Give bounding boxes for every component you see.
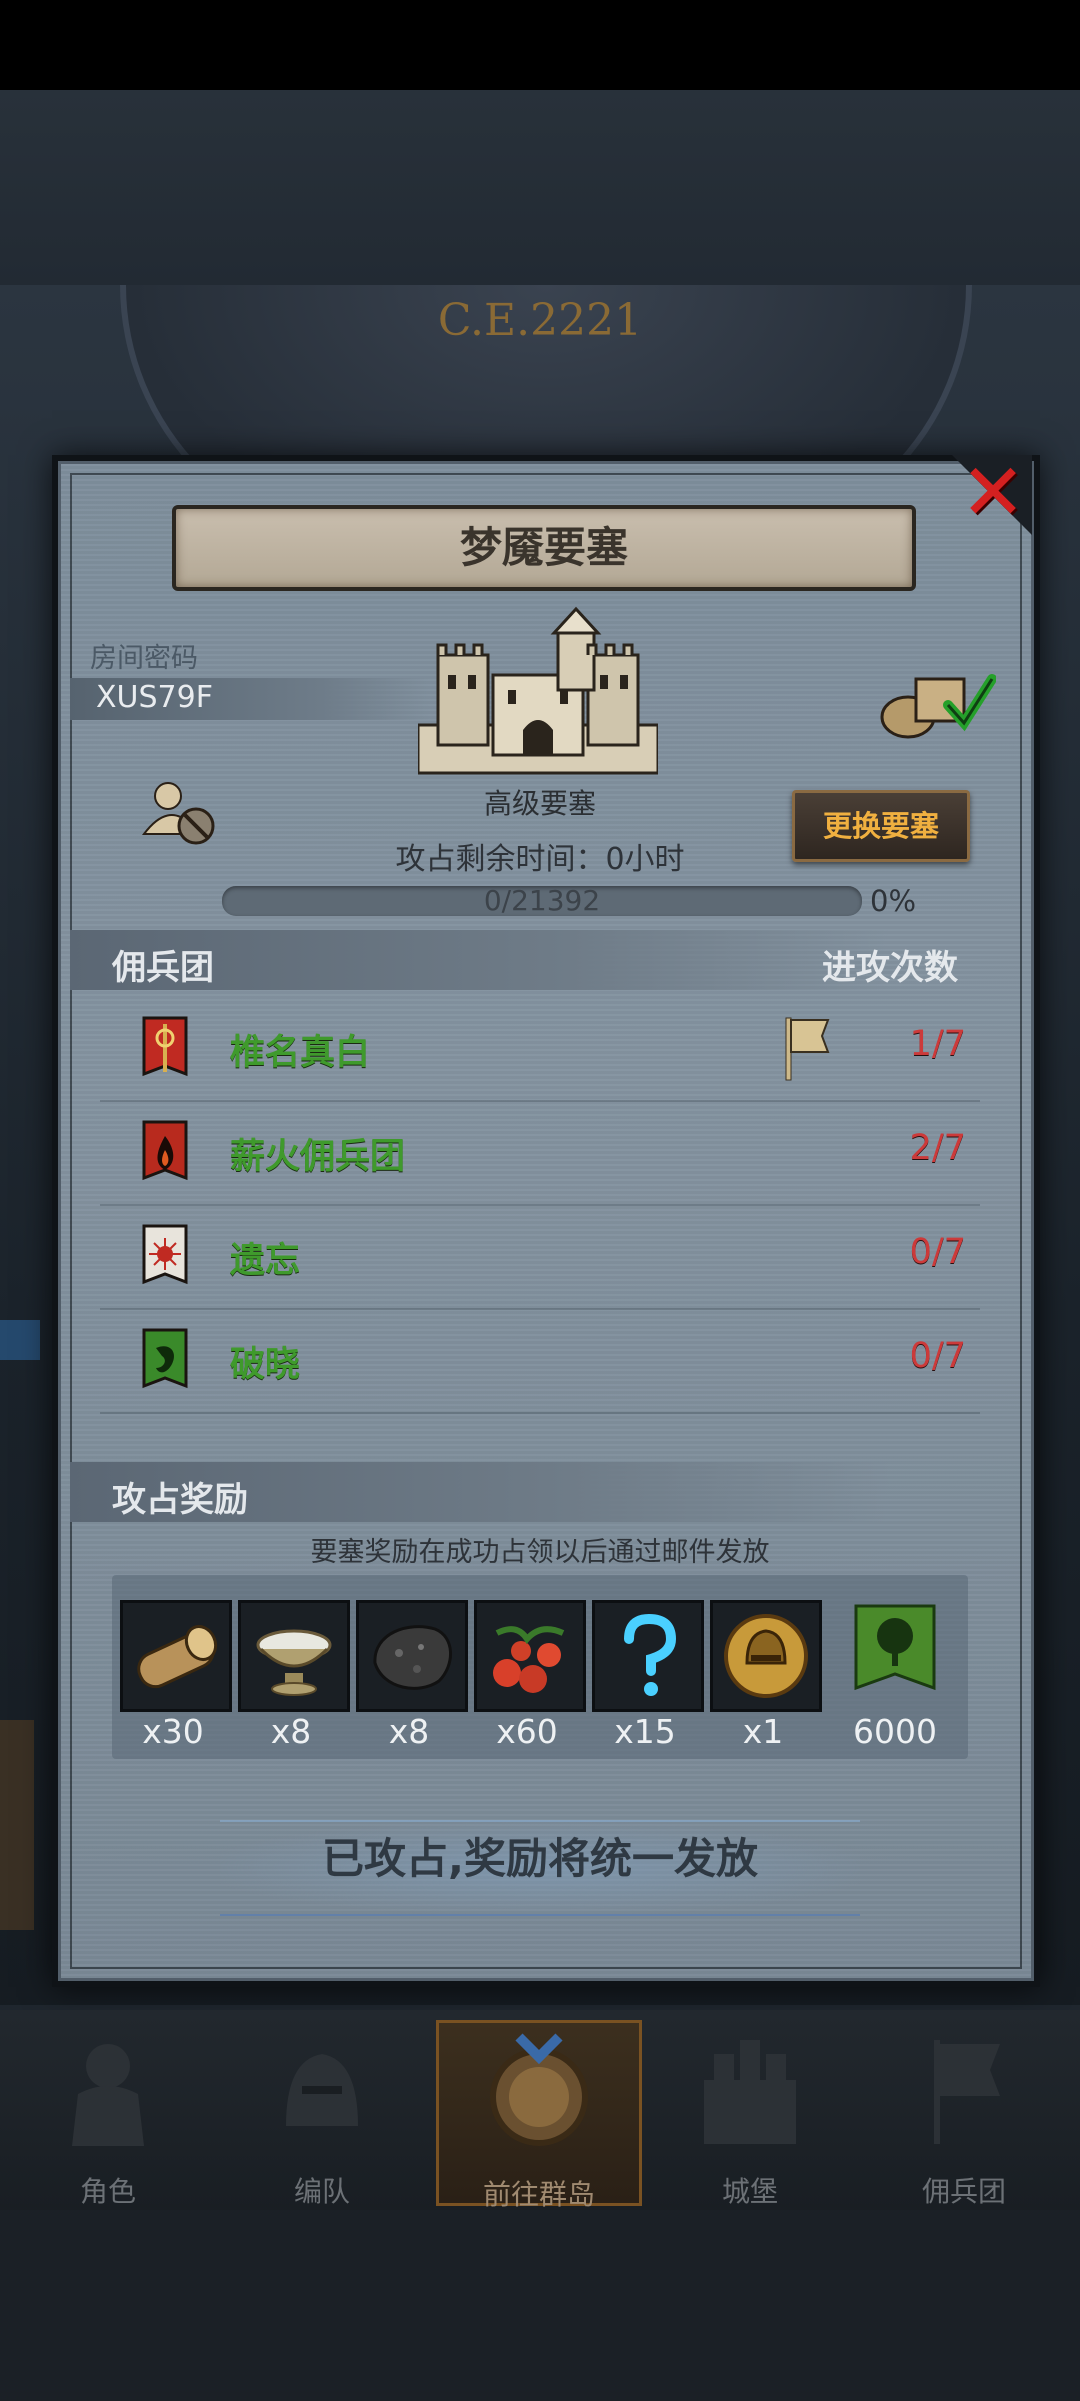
reward-quantity: x1 [742,1712,784,1751]
ore-icon [373,1625,452,1690]
mercenary-name: 椎名真白 [230,1033,371,1073]
side-decoration [0,1720,34,1930]
mercenary-row[interactable]: 遗忘 0/7 [100,1204,980,1310]
bottom-background [0,2210,1080,2401]
attack-count: 0/7 [909,1232,966,1272]
nav-label: 佣兵团 [921,2175,1006,2208]
reward-slot[interactable] [842,1600,948,1706]
status-bar [0,0,1080,90]
reward-quantity: x8 [270,1712,312,1751]
mercenary-banner-icon [142,1016,188,1077]
reward-slot[interactable] [592,1600,704,1712]
reward-slot[interactable] [238,1600,350,1712]
reward-slot[interactable] [710,1600,822,1712]
reward-quantity: x8 [388,1712,430,1751]
reward-slot[interactable] [474,1600,586,1712]
helmet-medal-icon [724,1614,808,1698]
mystery-icon [624,1613,677,1696]
fortress-level: 高级要塞 [483,787,596,820]
mercenary-row[interactable]: 薪火佣兵团 2/7 [100,1100,980,1206]
change-fortress-button[interactable]: 更换要塞 [792,790,970,862]
room-code-label: 房间密码 [90,643,198,674]
time-remaining: 攻占剩余时间：0小时 [395,842,685,877]
reward-quantity: 6000 [853,1712,937,1751]
reward-slot[interactable] [120,1600,232,1712]
mercenary-banner-icon [142,1224,188,1285]
berries-icon [493,1626,565,1693]
knight-icon [72,2044,144,2146]
banner-icon [934,2040,1000,2144]
background-top [0,90,1080,285]
supply-check-icon[interactable] [876,665,996,740]
capture-progress-percent: 0% [870,884,917,918]
dialog-title: 梦魇要塞 [459,523,628,572]
room-code-value[interactable]: XUS79F [96,680,213,715]
tree-banner-icon [854,1604,936,1691]
claim-status-text: 已攻占,奖励将统一发放 [322,1834,758,1883]
castle-icon [704,2040,796,2144]
globe-icon [490,2033,588,2146]
mercenary-name: 薪火佣兵团 [230,1137,406,1177]
bowl-icon [256,1629,332,1696]
reward-quantity: x15 [614,1712,676,1751]
mercenary-banner-icon [142,1328,188,1389]
mercenary-row[interactable]: 椎名真白 1/7 [100,996,980,1102]
era-label: C.E.2221 [437,295,643,346]
nav-item-1[interactable]: 编队 [222,2020,422,2208]
side-sword-icon [0,1320,40,1360]
attack-count: 1/7 [909,1024,966,1064]
attack-count: 0/7 [909,1336,966,1376]
user-blocked-icon[interactable] [140,778,220,848]
mercenary-name: 破晓 [230,1345,301,1385]
nav-label: 编队 [293,2175,350,2208]
mercenary-banner-icon [142,1120,188,1181]
reward-note: 要塞奖励在成功占领以后通过邮件发放 [310,1537,770,1568]
attack-count: 2/7 [909,1128,966,1168]
nav-label: 城堡 [721,2175,778,2208]
capture-progress-text: 0/21392 [483,884,601,917]
nav-label: 角色 [79,2175,136,2208]
nav-item-2[interactable]: 前往群岛 [436,2020,642,2211]
flag-icon [785,1017,830,1081]
wood-log-icon [137,1624,218,1689]
fortress-castle-icon [418,606,658,775]
reward-quantity: x60 [496,1712,558,1751]
mercenary-name: 遗忘 [230,1241,301,1281]
nav-item-4[interactable]: 佣兵团 [864,2020,1064,2208]
attack-count-header: 进攻次数 [822,948,958,988]
nav-item-3[interactable]: 城堡 [650,2020,850,2208]
nav-label: 前往群岛 [482,2178,595,2211]
reward-slot[interactable] [356,1600,468,1712]
nav-item-0[interactable]: 角色 [8,2020,208,2208]
helmet-icon [286,2054,358,2126]
reward-section-title: 攻占奖励 [112,1480,248,1520]
close-icon[interactable]: ✕ [958,454,1028,532]
mercenary-section-title: 佣兵团 [112,948,214,988]
mercenary-row[interactable]: 破晓 0/7 [100,1308,980,1414]
reward-quantity: x30 [142,1712,204,1751]
